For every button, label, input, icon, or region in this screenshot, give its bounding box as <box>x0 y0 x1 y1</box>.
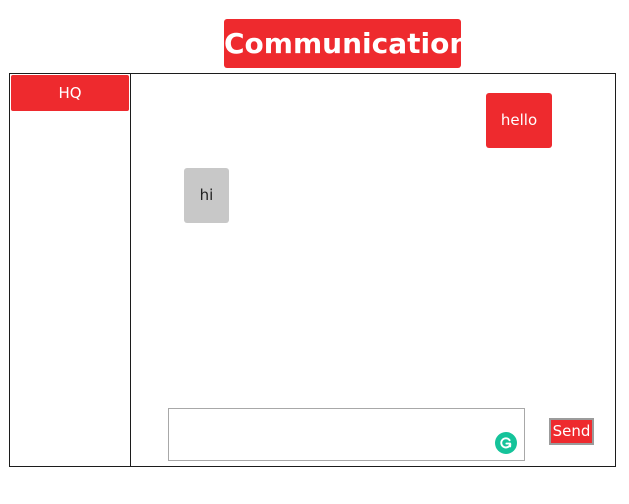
chat-window: HQ hello hi Send <box>9 73 616 467</box>
message-bubble-received: hi <box>184 168 229 223</box>
contact-sidebar: HQ <box>10 74 131 466</box>
contact-item-hq[interactable]: HQ <box>11 75 129 111</box>
send-button[interactable]: Send <box>549 418 594 445</box>
page-title: Communication <box>224 19 469 68</box>
message-bubble-sent: hello <box>486 93 552 148</box>
grammarly-icon[interactable] <box>495 432 517 454</box>
message-panel: hello hi Send <box>131 74 615 466</box>
message-input[interactable] <box>168 408 525 461</box>
